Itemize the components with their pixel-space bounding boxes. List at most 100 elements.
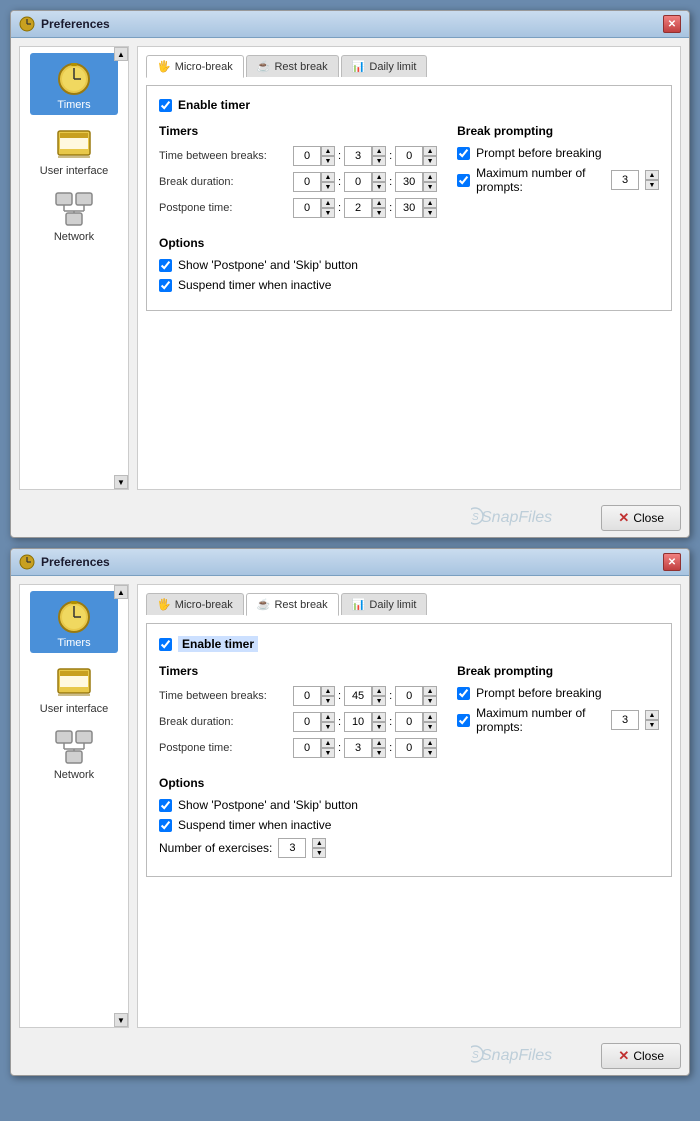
micro-break-tab-icon-2: 🖐 bbox=[157, 598, 171, 611]
h-up-postpone-1[interactable]: ▲ bbox=[321, 198, 335, 208]
show-postpone-label-1: Show 'Postpone' and 'Skip' button bbox=[178, 258, 358, 272]
m-up-postpone-2[interactable]: ▲ bbox=[372, 738, 386, 748]
tab-micro-break-2[interactable]: 🖐 Micro-break bbox=[146, 593, 244, 615]
h-down-duration-2[interactable]: ▼ bbox=[321, 722, 335, 732]
exercises-up-2[interactable]: ▲ bbox=[312, 838, 326, 848]
tab-micro-break-1[interactable]: 🖐 Micro-break bbox=[146, 55, 244, 78]
s-input-between-1[interactable] bbox=[395, 146, 423, 166]
show-postpone-checkbox-1[interactable] bbox=[159, 259, 172, 272]
h-down-duration-1[interactable]: ▼ bbox=[321, 182, 335, 192]
m-down-postpone-2[interactable]: ▼ bbox=[372, 748, 386, 758]
show-postpone-checkbox-2[interactable] bbox=[159, 799, 172, 812]
h-input-postpone-1[interactable] bbox=[293, 198, 321, 218]
h-input-duration-2[interactable] bbox=[293, 712, 321, 732]
s-input-postpone-2[interactable] bbox=[395, 738, 423, 758]
s-down-duration-1[interactable]: ▼ bbox=[423, 182, 437, 192]
suspend-inactive-checkbox-2[interactable] bbox=[159, 819, 172, 832]
ui-icon-1 bbox=[54, 123, 94, 163]
m-up-between-2[interactable]: ▲ bbox=[372, 686, 386, 696]
max-prompts-checkbox-1[interactable] bbox=[457, 174, 470, 187]
s-up-postpone-1[interactable]: ▲ bbox=[423, 198, 437, 208]
exercises-input-2[interactable] bbox=[278, 838, 306, 858]
h-input-postpone-2[interactable] bbox=[293, 738, 321, 758]
tab-daily-limit-1[interactable]: 📊 Daily limit bbox=[341, 55, 428, 77]
s-down-between-1[interactable]: ▼ bbox=[423, 156, 437, 166]
scroll-down-2[interactable]: ▼ bbox=[114, 1013, 128, 1027]
s-up-duration-2[interactable]: ▲ bbox=[423, 712, 437, 722]
max-prompts-up-1[interactable]: ▲ bbox=[645, 170, 659, 180]
tab-rest-break-2[interactable]: ☕ Rest break bbox=[246, 593, 339, 616]
max-prompts-down-2[interactable]: ▼ bbox=[645, 720, 659, 730]
m-up-postpone-1[interactable]: ▲ bbox=[372, 198, 386, 208]
m-spinner-btns-between-2: ▲ ▼ bbox=[372, 686, 386, 706]
sidebar-item-timers-2[interactable]: Timers bbox=[30, 591, 118, 653]
h-down-between-2[interactable]: ▼ bbox=[321, 696, 335, 706]
sidebar-item-timers-1[interactable]: Timers bbox=[30, 53, 118, 115]
m-down-between-1[interactable]: ▼ bbox=[372, 156, 386, 166]
m-input-between-2[interactable] bbox=[344, 686, 372, 706]
s-down-postpone-1[interactable]: ▼ bbox=[423, 208, 437, 218]
h-down-postpone-2[interactable]: ▼ bbox=[321, 748, 335, 758]
s-input-between-2[interactable] bbox=[395, 686, 423, 706]
m-down-duration-2[interactable]: ▼ bbox=[372, 722, 386, 732]
m-down-between-2[interactable]: ▼ bbox=[372, 696, 386, 706]
title-bar-close-1[interactable]: ✕ bbox=[663, 15, 681, 33]
prompt-before-checkbox-1[interactable] bbox=[457, 147, 470, 160]
tab-daily-limit-2[interactable]: 📊 Daily limit bbox=[341, 593, 428, 615]
scroll-down-1[interactable]: ▼ bbox=[114, 475, 128, 489]
scroll-up-2[interactable]: ▲ bbox=[114, 585, 128, 599]
h-input-duration-1[interactable] bbox=[293, 172, 321, 192]
m-up-between-1[interactable]: ▲ bbox=[372, 146, 386, 156]
title-bar-close-2[interactable]: ✕ bbox=[663, 553, 681, 571]
m-input-postpone-2[interactable] bbox=[344, 738, 372, 758]
suspend-inactive-checkbox-1[interactable] bbox=[159, 279, 172, 292]
h-up-duration-1[interactable]: ▲ bbox=[321, 172, 335, 182]
show-postpone-row-1: Show 'Postpone' and 'Skip' button bbox=[159, 258, 659, 272]
s-input-duration-1[interactable] bbox=[395, 172, 423, 192]
close-button-1[interactable]: ✕ Close bbox=[601, 505, 681, 531]
prompt-before-checkbox-2[interactable] bbox=[457, 687, 470, 700]
h-up-between-1[interactable]: ▲ bbox=[321, 146, 335, 156]
m-input-duration-1[interactable] bbox=[344, 172, 372, 192]
m-spinner-duration-2: ▲ ▼ bbox=[344, 712, 386, 732]
s-up-postpone-2[interactable]: ▲ bbox=[423, 738, 437, 748]
h-down-between-1[interactable]: ▼ bbox=[321, 156, 335, 166]
h-input-between-1[interactable] bbox=[293, 146, 321, 166]
app-icon-1 bbox=[19, 16, 35, 32]
enable-timer-checkbox-2[interactable] bbox=[159, 638, 172, 651]
h-up-duration-2[interactable]: ▲ bbox=[321, 712, 335, 722]
tab-rest-break-1[interactable]: ☕ Rest break bbox=[246, 55, 339, 77]
max-prompts-down-1[interactable]: ▼ bbox=[645, 180, 659, 190]
h-input-between-2[interactable] bbox=[293, 686, 321, 706]
s-input-duration-2[interactable] bbox=[395, 712, 423, 732]
s-down-duration-2[interactable]: ▼ bbox=[423, 722, 437, 732]
s-down-postpone-2[interactable]: ▼ bbox=[423, 748, 437, 758]
exercises-down-2[interactable]: ▼ bbox=[312, 848, 326, 858]
m-input-postpone-1[interactable] bbox=[344, 198, 372, 218]
s-up-duration-1[interactable]: ▲ bbox=[423, 172, 437, 182]
h-down-postpone-1[interactable]: ▼ bbox=[321, 208, 335, 218]
sidebar-item-ui-1[interactable]: User interface bbox=[30, 119, 118, 181]
m-down-postpone-1[interactable]: ▼ bbox=[372, 208, 386, 218]
enable-timer-checkbox-1[interactable] bbox=[159, 99, 172, 112]
m-up-duration-1[interactable]: ▲ bbox=[372, 172, 386, 182]
m-input-duration-2[interactable] bbox=[344, 712, 372, 732]
m-input-between-1[interactable] bbox=[344, 146, 372, 166]
sidebar-item-network-1[interactable]: Network bbox=[30, 185, 118, 247]
h-up-between-2[interactable]: ▲ bbox=[321, 686, 335, 696]
sidebar-item-network-2[interactable]: Network bbox=[30, 723, 118, 785]
close-button-2[interactable]: ✕ Close bbox=[601, 1043, 681, 1069]
m-up-duration-2[interactable]: ▲ bbox=[372, 712, 386, 722]
max-prompts-input-1[interactable] bbox=[611, 170, 639, 190]
max-prompts-input-2[interactable] bbox=[611, 710, 639, 730]
s-input-postpone-1[interactable] bbox=[395, 198, 423, 218]
h-up-postpone-2[interactable]: ▲ bbox=[321, 738, 335, 748]
m-down-duration-1[interactable]: ▼ bbox=[372, 182, 386, 192]
s-down-between-2[interactable]: ▼ bbox=[423, 696, 437, 706]
scroll-up-1[interactable]: ▲ bbox=[114, 47, 128, 61]
max-prompts-checkbox-2[interactable] bbox=[457, 714, 470, 727]
max-prompts-up-2[interactable]: ▲ bbox=[645, 710, 659, 720]
s-up-between-1[interactable]: ▲ bbox=[423, 146, 437, 156]
s-up-between-2[interactable]: ▲ bbox=[423, 686, 437, 696]
sidebar-item-ui-2[interactable]: User interface bbox=[30, 657, 118, 719]
